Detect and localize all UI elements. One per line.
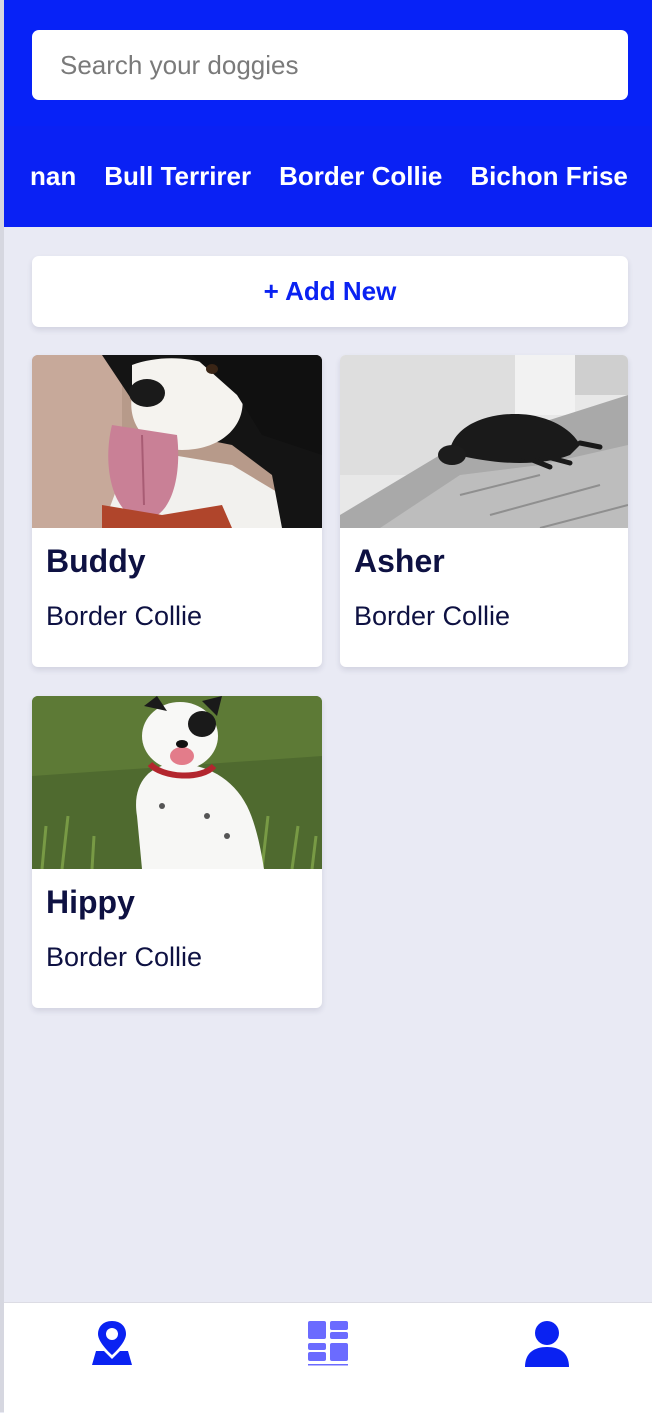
header: nan Bull Terrirer Border Collie Bichon F… (4, 0, 652, 227)
dog-name: Hippy (46, 884, 135, 920)
map-pin-icon[interactable] (90, 1319, 140, 1373)
add-new-button[interactable]: + Add New (32, 256, 628, 327)
search-bar-area (4, 0, 652, 126)
dog-name: Buddy (46, 543, 146, 579)
breed-chip-bichon-frise[interactable]: Bichon Frise (470, 161, 627, 192)
dog-card-asher[interactable]: Asher Border Collie (340, 355, 628, 667)
search-input[interactable] (32, 30, 628, 100)
user-icon[interactable] (522, 1319, 572, 1373)
bottom-navigation (4, 1302, 652, 1413)
dog-breed: Border Collie (354, 601, 511, 631)
breed-chip-border-collie[interactable]: Border Collie (279, 161, 442, 192)
dog-photo (32, 355, 322, 528)
breed-filter-track: nan Bull Terrirer Border Collie Bichon F… (30, 126, 652, 227)
breed-filter-strip[interactable]: nan Bull Terrirer Border Collie Bichon F… (4, 126, 652, 227)
dog-card-buddy[interactable]: Buddy Border Collie (32, 355, 322, 667)
grid-icon[interactable] (306, 1319, 356, 1373)
breed-chip-nan[interactable]: nan (30, 161, 76, 192)
dog-card-hippy[interactable]: Hippy Border Collie (32, 696, 322, 1008)
dog-breed: Border Collie (46, 942, 203, 972)
dog-photo (32, 696, 322, 869)
dog-breed: Border Collie (46, 601, 203, 631)
breed-chip-bull-terrier[interactable]: Bull Terrirer (104, 161, 251, 192)
dog-photo (340, 355, 628, 528)
dog-name: Asher (354, 543, 445, 579)
